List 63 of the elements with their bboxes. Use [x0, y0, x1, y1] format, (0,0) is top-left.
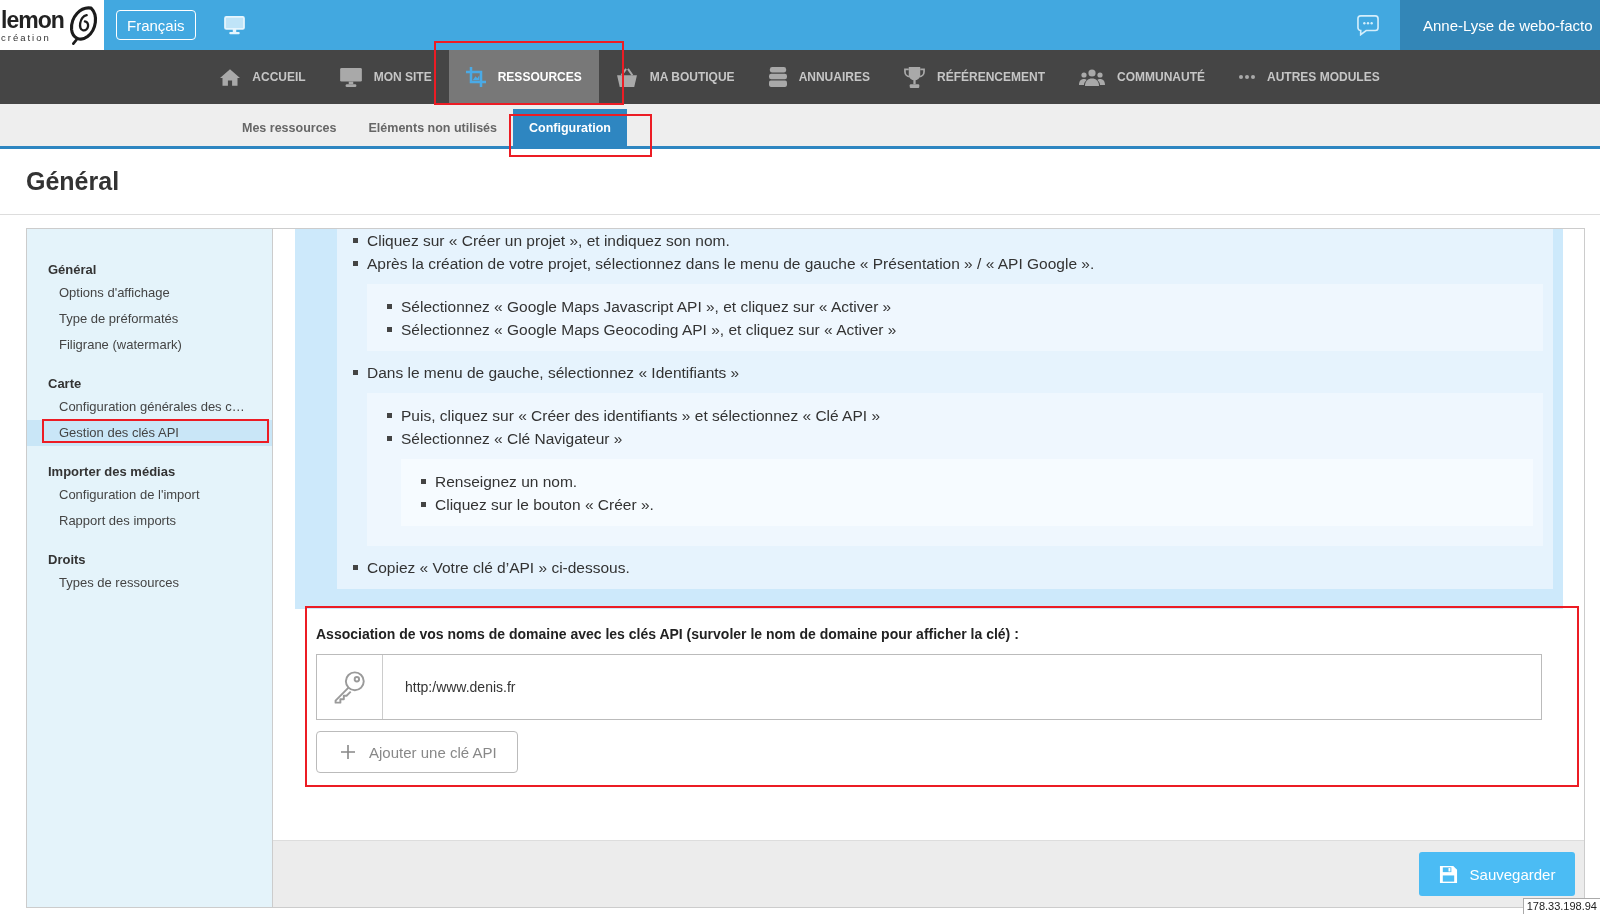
trophy-icon: [903, 66, 925, 88]
people-icon: [1079, 68, 1105, 86]
nav-link[interactable]: RÉFÉRENCEMENT: [886, 50, 1062, 104]
instruction-text: Cliquez sur « Créer un projet », et indiquez son nom.: [367, 231, 730, 251]
nav-link[interactable]: COMMUNAUTÉ: [1062, 50, 1222, 104]
chat-bubble-icon[interactable]: [1357, 14, 1379, 36]
bullet-icon: [353, 238, 358, 243]
monitor-icon: [339, 67, 362, 87]
bullet-icon: [387, 327, 392, 332]
stack-icon: [768, 67, 787, 87]
sidebar-heading: Importer des médias: [47, 463, 177, 481]
instruction-text: Sélectionnez « Google Maps Geocoding API », et cliquez sur « Activer »: [401, 320, 897, 340]
sub-tab[interactable]: Configuration: [513, 109, 627, 149]
nav-link[interactable]: RESSOURCES: [448, 50, 599, 104]
instruction-text: Sélectionnez « Google Maps Javascript API », et cliquez sur « Activer »: [401, 297, 892, 317]
nav-link[interactable]: ACCUEIL: [203, 50, 323, 104]
bullet-icon: [421, 479, 426, 484]
instruction-text: Dans le menu de gauche, sélectionnez « Identifiants »: [367, 363, 740, 383]
instruction-text: Copiez « Votre clé d’API » ci-dessous.: [367, 558, 630, 578]
home-icon: [220, 68, 241, 86]
nav-link[interactable]: MA BOUTIQUE: [598, 50, 752, 104]
logo-tagline: création: [1, 31, 51, 43]
user-menu-button[interactable]: Anne-Lyse de webo-facto: [1400, 0, 1600, 50]
instruction-text: Après la création de votre projet, sélectionnez dans le menu de gauche « Présentation » / « API Google ».: [367, 254, 1095, 274]
dots-icon: [1239, 75, 1255, 79]
monitor-icon[interactable]: [223, 15, 245, 35]
bullet-icon: [353, 261, 358, 266]
nav-link[interactable]: ANNUAIRES: [751, 50, 887, 104]
add-key-button[interactable]: Ajouter une clé API: [316, 731, 518, 773]
domain-name: http:/www.denis.fr: [405, 679, 516, 695]
key-icon: [333, 670, 366, 704]
instruction-text: Puis, cliquez sur « Créer des identifiants » et sélectionnez « Clé API »: [401, 406, 881, 426]
swirl-logo-icon: [67, 4, 100, 46]
sidebar-item[interactable]: Configuration générales des c…: [27, 394, 272, 420]
nav-link[interactable]: MON SITE: [322, 50, 449, 104]
bullet-icon: [421, 502, 426, 507]
bullet-icon: [353, 565, 358, 570]
sidebar-item[interactable]: Filigrane (watermark): [27, 332, 272, 358]
instruction-text: Renseignez un nom.: [435, 472, 578, 492]
sidebar-item[interactable]: Options d'affichage: [27, 280, 272, 306]
sidebar-heading: Général: [47, 261, 98, 279]
bullet-icon: [387, 413, 392, 418]
sidebar-item[interactable]: Rapport des imports: [27, 508, 272, 534]
bullet-icon: [387, 304, 392, 309]
page-title: Général: [26, 167, 120, 196]
sub-tab[interactable]: Mes ressources: [226, 104, 353, 146]
sidebar-heading: Carte: [47, 375, 83, 393]
basket-icon: [615, 67, 638, 87]
bullet-icon: [353, 370, 358, 375]
section-label: Association de vos noms de domaine avec les clés API (survoler le nom de domaine pour afficher la clé) :: [316, 625, 1020, 643]
plus-icon: [341, 745, 355, 759]
instruction-text: Sélectionnez « Clé Navigateur »: [401, 429, 623, 449]
logo-text: lemon: [1, 7, 64, 32]
sidebar-item[interactable]: Configuration de l'import: [27, 482, 272, 508]
sidebar-item[interactable]: Type de préformatés: [27, 306, 272, 332]
nav-link[interactable]: AUTRES MODULES: [1222, 50, 1397, 104]
sidebar-item[interactable]: Types de ressources: [27, 570, 272, 596]
instruction-text: Cliquez sur le bouton « Créer ».: [435, 495, 654, 515]
sub-tab[interactable]: Eléments non utilisés: [352, 104, 514, 146]
sidebar-heading: Droits: [47, 551, 87, 569]
ip-address-tooltip: 178.33.198.94: [1522, 898, 1600, 914]
bullet-icon: [387, 436, 392, 441]
crop-icon: [465, 67, 486, 87]
